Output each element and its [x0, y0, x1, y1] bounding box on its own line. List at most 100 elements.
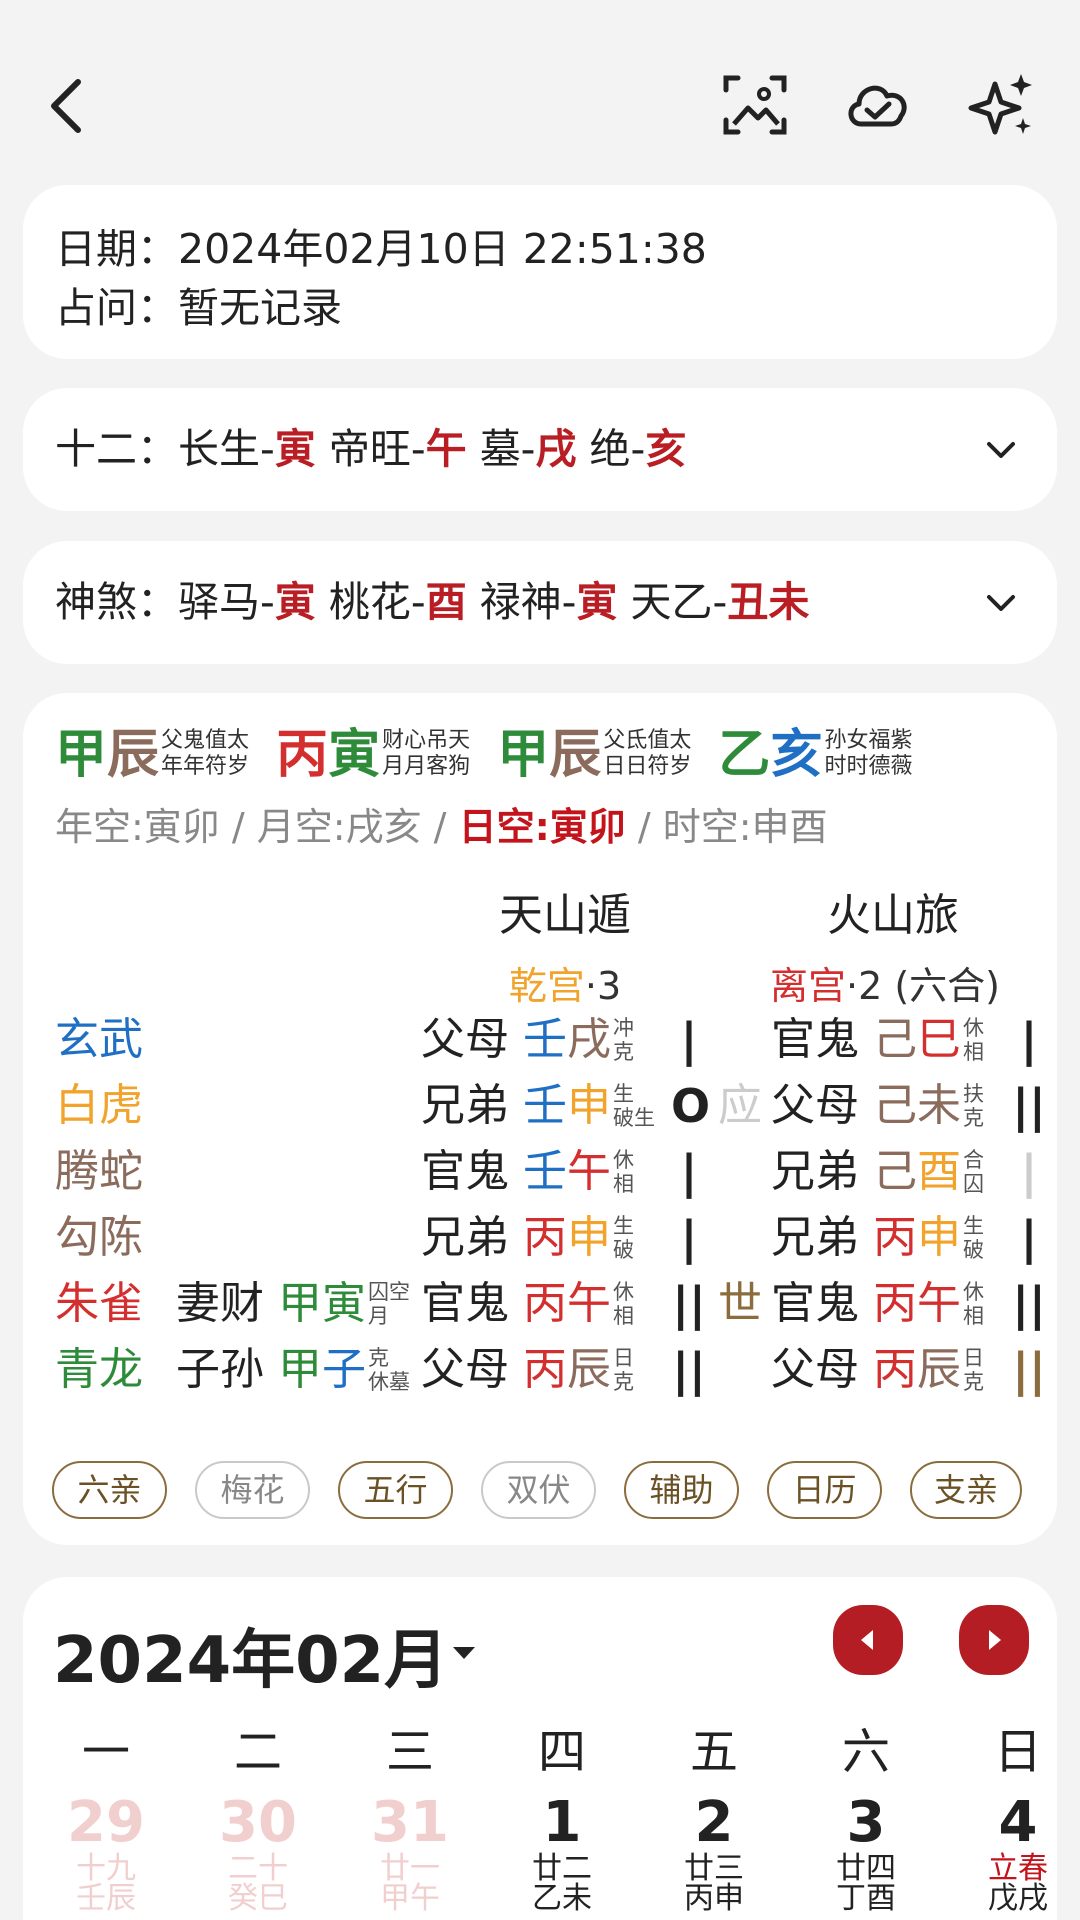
day-pillar: 甲辰 父氐值太 日日符岁	[497, 725, 692, 785]
yao-row: 勾陈 兄弟 丙申生破 | 兄弟 丙申生破 |	[23, 1205, 1057, 1271]
top-bar	[0, 0, 1080, 185]
twelve-item: 墓-戌	[479, 425, 577, 473]
shi-ying-mark: 应	[718, 1080, 762, 1131]
main-yao-line: |	[680, 1211, 698, 1265]
shensha-item: 天乙-丑未	[630, 578, 810, 626]
twelve-item: 长生-寅	[178, 425, 316, 473]
chip-liuqin[interactable]: 六亲	[52, 1461, 167, 1519]
yao-row: 青龙 子孙 甲子克休墓 父母 丙辰日克 || 父母 丙辰日克 ||	[23, 1337, 1057, 1403]
twelve-item: 绝-亥	[589, 425, 687, 473]
main-relation: 兄弟 丙申生破	[421, 1212, 634, 1263]
yao-row: 腾蛇 官鬼 壬午休相 | 兄弟 己酉合囚 |	[23, 1139, 1057, 1205]
calendar-day[interactable]: 31 廿一 甲午	[350, 1792, 470, 1914]
changed-yao-line: ||	[1012, 1277, 1046, 1331]
changed-relation: 兄弟 丙申生破	[771, 1212, 984, 1263]
six-god: 玄武	[55, 1014, 143, 1065]
six-god: 勾陈	[55, 1212, 143, 1263]
prev-month-button[interactable]	[833, 1605, 903, 1675]
shensha-item: 桃花-酉	[328, 578, 467, 626]
shensha-item: 禄神-寅	[479, 578, 618, 626]
calendar-day[interactable]: 30 二十 癸巳	[198, 1792, 318, 1914]
calendar-day[interactable]: 2 廿三 丙申	[654, 1792, 774, 1914]
chip-fuzhu[interactable]: 辅助	[624, 1461, 739, 1519]
shensha-label: 神煞：	[55, 578, 178, 626]
changed-relation: 父母 己未扶克	[771, 1080, 984, 1131]
changed-yao-line: ||	[1012, 1079, 1046, 1133]
shensha-item: 驿马-寅	[178, 578, 316, 626]
main-relation: 父母 壬戌冲克	[421, 1014, 634, 1065]
yao-row: 玄武 父母 壬戌冲克 | 官鬼 己巳休相 |	[23, 1007, 1057, 1073]
date-row: 日期：2024年02月10日 22:51:38	[55, 220, 1025, 279]
calendar-day[interactable]: 1 廿二 乙未	[502, 1792, 622, 1914]
hidden-relation: 子孙 甲子克休墓	[176, 1344, 410, 1395]
calendar-day[interactable]: 3 廿四 丁酉	[806, 1792, 926, 1914]
info-card: 日期：2024年02月10日 22:51:38 占问：暂无记录	[23, 185, 1057, 359]
screenshot-icon[interactable]	[720, 70, 790, 140]
month-pillar: 丙寅 财心吊天 月月客狗	[276, 725, 471, 785]
weekday-header: 四	[537, 1724, 586, 1780]
six-god: 白虎	[55, 1080, 143, 1131]
cloud-sync-icon[interactable]	[843, 70, 913, 140]
changed-yao-line: |	[1020, 1013, 1038, 1067]
main-relation: 官鬼 壬午休相	[421, 1146, 634, 1197]
weekday-header: 三	[385, 1724, 434, 1780]
main-hexagram-palace: 乾宫·3	[508, 964, 622, 1008]
date-label: 日期：	[55, 225, 178, 273]
twelve-stages-row[interactable]: 十二：长生-寅 帝旺-午 墓-戌 绝-亥	[23, 388, 1057, 511]
chip-meihua[interactable]: 梅花	[195, 1461, 310, 1519]
sparkle-icon[interactable]	[967, 70, 1037, 140]
changed-relation: 官鬼 丙午休相	[771, 1278, 984, 1329]
main-yao-line: O	[671, 1079, 711, 1133]
changed-relation: 父母 丙辰日克	[771, 1344, 984, 1395]
question-row: 占问：暂无记录	[55, 279, 1025, 338]
four-pillars: 甲辰 父鬼值太 年年符岁 丙寅 财心吊天 月月客狗 甲辰 父氐值太 日日符岁 乙亥 孙女福紫时…	[55, 725, 934, 785]
chip-shuangfu[interactable]: 双伏	[481, 1461, 596, 1519]
weekday-header: 五	[689, 1724, 738, 1780]
weekday-header: 一	[81, 1724, 130, 1780]
date-value: 2024年02月10日 22:51:38	[178, 225, 707, 273]
shensha-row[interactable]: 神煞：驿马-寅 桃花-酉 禄神-寅 天乙-丑未	[23, 541, 1057, 664]
calendar-day[interactable]: 29 十九 壬辰	[46, 1792, 166, 1914]
year-pillar: 甲辰 父鬼值太 年年符岁	[55, 725, 250, 785]
twelve-label: 十二：	[55, 425, 178, 473]
weekday-header: 二	[233, 1724, 282, 1780]
changed-hexagram-name: 火山旅	[827, 890, 959, 941]
chip-rili[interactable]: 日历	[767, 1461, 882, 1519]
six-god: 朱雀	[55, 1278, 143, 1329]
caret-down-icon[interactable]	[451, 1645, 477, 1661]
changed-yao-line: |	[1020, 1145, 1038, 1199]
hidden-relation	[176, 1007, 178, 1073]
hidden-relation: 妻财 甲寅 囚空月	[176, 1278, 410, 1329]
tool-chips: 六亲 梅花 五行 双伏 辅助 日历 支亲	[52, 1461, 1022, 1519]
chip-wuxing[interactable]: 五行	[338, 1461, 453, 1519]
weekday-header: 六	[841, 1724, 890, 1780]
six-god: 青龙	[55, 1344, 143, 1395]
changed-hexagram-palace: 离宫·2 (六合)	[769, 964, 1000, 1008]
main-hexagram-name: 天山遁	[499, 890, 631, 941]
question-value: 暂无记录	[178, 284, 342, 332]
question-label: 占问：	[55, 284, 178, 332]
main-relation: 官鬼 丙午休相	[421, 1278, 634, 1329]
main-yao-line: ||	[672, 1343, 706, 1397]
calendar-card: 2024年02月 一 二 三 四 五 六 日 29 十九 壬辰 30 二十 癸巳 31 廿一 甲午 1 廿二 乙未 2…	[23, 1577, 1057, 1920]
weekday-header: 日	[993, 1724, 1042, 1780]
six-god: 腾蛇	[55, 1146, 143, 1197]
yao-row: 白虎 兄弟 壬申生破生 O 应父母 己未扶克 ||	[23, 1073, 1057, 1139]
changed-relation: 官鬼 己巳休相	[771, 1014, 984, 1065]
main-yao-line: |	[680, 1013, 698, 1067]
chip-zhiqin[interactable]: 支亲	[910, 1461, 1022, 1519]
next-month-button[interactable]	[959, 1605, 1029, 1675]
main-relation: 兄弟 壬申生破生	[421, 1080, 655, 1131]
chevron-down-icon[interactable]	[983, 585, 1019, 621]
twelve-item: 帝旺-午	[328, 425, 467, 473]
back-icon[interactable]	[32, 70, 102, 140]
chevron-down-icon[interactable]	[983, 432, 1019, 468]
yao-row: 朱雀 妻财 甲寅 囚空月官鬼 丙午休相 || 世官鬼 丙午休相 ||	[23, 1271, 1057, 1337]
shi-ying-mark: 世	[718, 1278, 762, 1329]
main-relation: 父母 丙辰日克	[421, 1344, 634, 1395]
changed-yao-line: ||	[1012, 1343, 1046, 1397]
calendar-day[interactable]: 4 立春 戊戌	[958, 1792, 1078, 1914]
caret-left-icon	[861, 1630, 873, 1650]
kong-row: 年空:寅卯 / 月空:戌亥 / 日空:寅卯 / 时空:申酉	[55, 805, 828, 849]
calendar-month-title[interactable]: 2024年02月	[53, 1609, 448, 1701]
